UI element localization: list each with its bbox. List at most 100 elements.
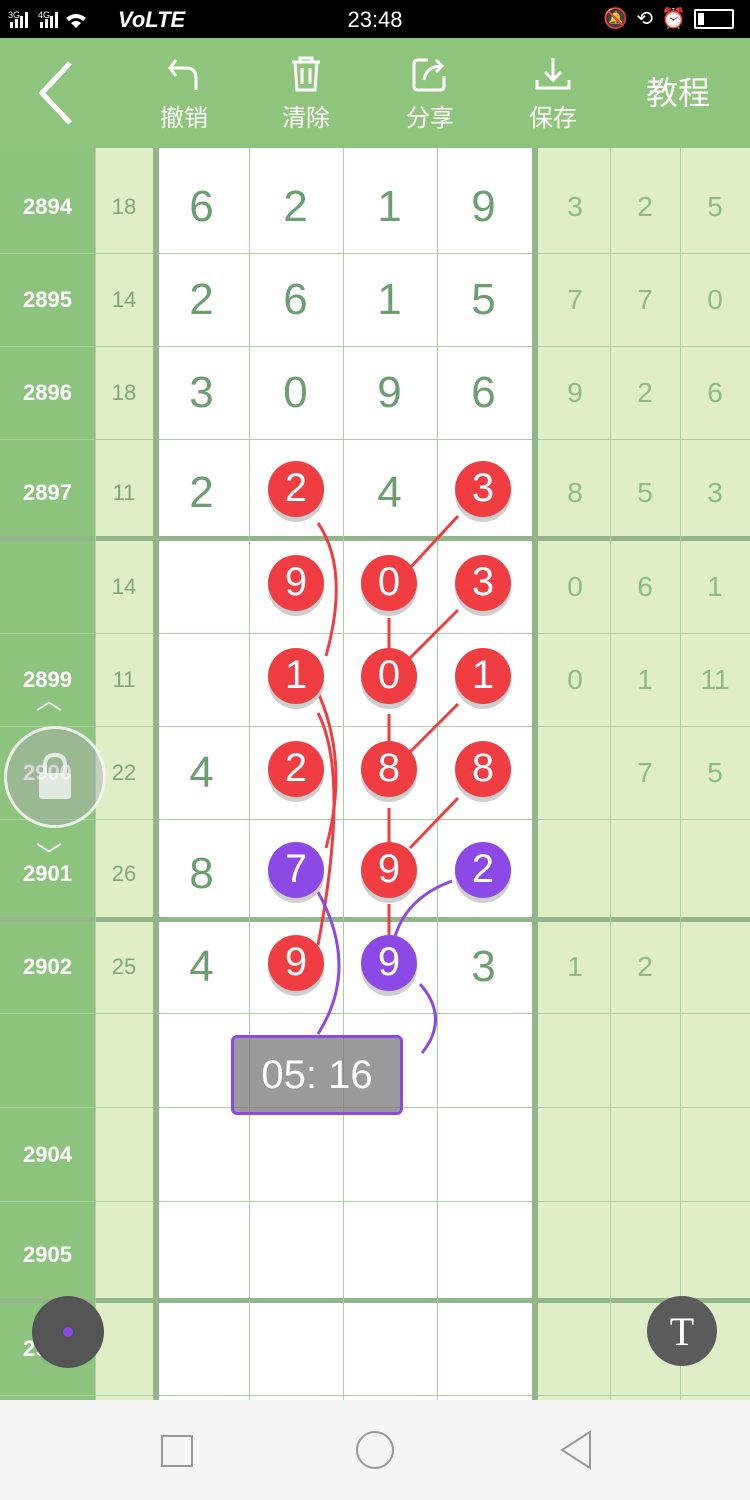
undo-icon xyxy=(168,58,198,90)
digit-cell xyxy=(155,1302,248,1395)
marked-ball[interactable]: 2 xyxy=(455,841,511,898)
digit-cell xyxy=(249,1302,342,1395)
marked-ball[interactable]: 0 xyxy=(361,554,417,611)
lock-rotation-icon: ⟲ xyxy=(636,8,654,30)
back-icon[interactable] xyxy=(558,1430,594,1470)
status-bar: 3G 4G VoLTE 23:48 🔕 ⟲ ⏰ xyxy=(0,0,750,38)
side-stat-cell xyxy=(680,1014,750,1107)
sum-value: 11 xyxy=(112,479,136,505)
digit-cell: 9 xyxy=(377,367,402,417)
marked-ball[interactable]: 9 xyxy=(268,934,324,991)
recent-apps-icon[interactable] xyxy=(160,1434,194,1468)
digit-cell: 4 xyxy=(377,467,402,517)
marked-ball[interactable]: 1 xyxy=(268,647,324,704)
digit-cell: 2 xyxy=(189,274,214,324)
chevron-down-icon[interactable]: ﹀ xyxy=(36,836,62,873)
digit-cell xyxy=(437,1108,530,1201)
marked-ball[interactable]: 8 xyxy=(361,740,417,797)
side-stat-cell xyxy=(540,1208,610,1301)
digit-cell: 8 xyxy=(189,848,214,898)
lock-button[interactable] xyxy=(4,726,106,828)
issue-number: 2902 xyxy=(23,953,72,979)
share-label: 分享 xyxy=(406,104,454,132)
digit-cell xyxy=(155,1208,248,1301)
issue-number: 2896 xyxy=(23,379,72,405)
home-icon[interactable] xyxy=(355,1430,395,1470)
lock-icon xyxy=(39,752,71,799)
marked-ball[interactable]: 9 xyxy=(268,554,324,611)
share-button[interactable]: 分享 xyxy=(396,38,464,148)
sum-value: 26 xyxy=(111,860,137,886)
undo-button[interactable]: 撤销 xyxy=(150,38,218,148)
digit-cell xyxy=(437,1302,530,1395)
back-arrow-icon[interactable] xyxy=(30,58,90,128)
sum-value xyxy=(95,1302,153,1395)
side-stat-cell: 5 xyxy=(707,190,723,222)
pen-color-button[interactable] xyxy=(32,1296,104,1368)
side-stat-cell: 2 xyxy=(637,950,653,982)
digit-cell xyxy=(437,1014,530,1107)
chevron-up-icon[interactable]: ︿ xyxy=(36,680,62,717)
download-icon xyxy=(535,57,571,89)
side-stat-cell: 1 xyxy=(567,950,583,982)
issue-number: 2897 xyxy=(23,479,72,505)
marked-ball[interactable]: 7 xyxy=(268,841,324,898)
side-stat-cell: 9 xyxy=(567,376,583,408)
marked-ball[interactable]: 2 xyxy=(268,460,324,517)
marked-ball[interactable]: 2 xyxy=(268,740,324,797)
side-stat-cell: 6 xyxy=(707,376,723,408)
battery-icon xyxy=(694,8,734,29)
side-stat-cell: 3 xyxy=(707,476,723,508)
undo-label: 撤销 xyxy=(160,104,208,132)
issue-number: 2894 xyxy=(23,193,72,219)
side-stat-cell xyxy=(610,1108,680,1201)
save-button[interactable]: 保存 xyxy=(519,38,587,148)
mute-icon: 🔕 xyxy=(603,8,629,30)
alarm-icon: ⏰ xyxy=(661,8,686,30)
digit-cell: 2 xyxy=(283,181,308,231)
side-stat-cell xyxy=(540,1014,610,1107)
digit-cell xyxy=(343,1302,436,1395)
marked-ball[interactable]: 3 xyxy=(455,554,511,611)
digit-cell: 1 xyxy=(377,181,402,231)
side-stat-cell: 0 xyxy=(707,283,723,315)
digit-cell xyxy=(437,1208,530,1301)
side-stat-cell xyxy=(540,1108,610,1201)
marked-ball[interactable]: 1 xyxy=(455,647,511,704)
tutorial-button[interactable]: 教程 xyxy=(646,68,710,114)
side-stat-cell xyxy=(680,1108,750,1201)
digit-cell: 2 xyxy=(189,467,214,517)
marked-ball[interactable]: 0 xyxy=(361,647,417,704)
digit-cell xyxy=(249,1108,342,1201)
digit-cell: 9 xyxy=(471,181,496,231)
marked-ball[interactable]: 9 xyxy=(361,841,417,898)
marked-ball[interactable]: 9 xyxy=(361,934,417,991)
marked-ball[interactable]: 8 xyxy=(455,740,511,797)
side-stat-cell: 0 xyxy=(567,663,583,695)
digit-cell: 6 xyxy=(471,367,496,417)
side-stat-cell xyxy=(610,1014,680,1107)
chart-grid[interactable]: 2894 18 6 2 1 9 3 2 5 2895 14 2 6 1 5 7 7 0 2896 18 3 0 9 6 9 2 6 2… xyxy=(0,148,750,1400)
issue-number: 2904 xyxy=(23,1141,72,1167)
side-stat-cell: 2 xyxy=(637,376,653,408)
side-stat-cell: 7 xyxy=(567,283,583,315)
issue-number: 2905 xyxy=(23,1241,72,1267)
digit-cell: 0 xyxy=(283,367,308,417)
digit-cell: 4 xyxy=(189,747,214,797)
text-tool-button[interactable]: T xyxy=(647,1296,717,1366)
sum-value: 14 xyxy=(111,286,137,312)
issue-number: 2895 xyxy=(23,286,72,312)
toolbar: 撤销 清除 分享 保存 教程 xyxy=(0,38,750,148)
nav-bar xyxy=(0,1400,750,1500)
side-stat-cell xyxy=(540,1302,610,1395)
share-icon xyxy=(412,58,446,91)
marked-ball[interactable]: 3 xyxy=(455,460,511,517)
side-stat-cell: 7 xyxy=(637,283,653,315)
side-stat-cell: 5 xyxy=(707,756,723,788)
clear-button[interactable]: 清除 xyxy=(272,38,340,148)
digit-cell: 3 xyxy=(189,367,214,417)
side-stat-cell: 5 xyxy=(637,476,653,508)
side-stat-cell: 1 xyxy=(707,570,723,602)
digit-cell: 6 xyxy=(189,181,214,231)
side-stat-cell: 2 xyxy=(637,190,653,222)
